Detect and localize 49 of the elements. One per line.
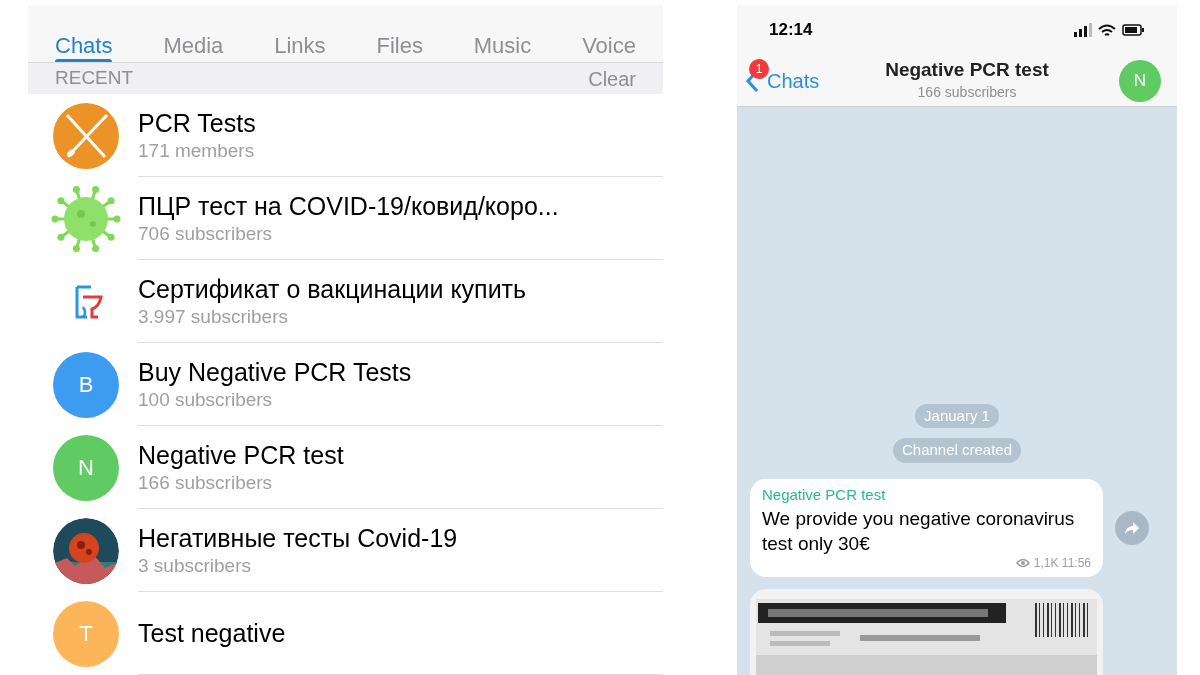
tab[interactable]: Files xyxy=(376,5,423,62)
chat-row[interactable]: ПЦР тест на COVID-19/ковид/коро... 706 subscribers xyxy=(28,177,663,260)
share-icon xyxy=(1124,520,1140,535)
chat-title: Test negative xyxy=(138,618,287,649)
tab[interactable]: Voice xyxy=(582,5,636,62)
member-count: 166 subscribers xyxy=(138,471,274,495)
chat-title: ПЦР тест на COVID-19/ковид/коро... xyxy=(138,191,560,222)
tab[interactable]: Links xyxy=(274,5,326,62)
clear-button[interactable]: Clear xyxy=(588,63,636,94)
member-count: 3 subscribers xyxy=(138,554,252,578)
swab-icon xyxy=(53,102,119,169)
battery-icon xyxy=(1122,24,1145,36)
member-count: 706 subscribers xyxy=(138,222,274,246)
forward-button[interactable] xyxy=(1115,510,1149,545)
signal-icon xyxy=(1074,23,1092,37)
service-message: January 1 xyxy=(915,403,999,428)
chat-row[interactable]: N Negative PCR test 166 subscribers xyxy=(28,426,663,509)
chat-row[interactable]: PCR Tests 171 members xyxy=(28,94,663,177)
tab[interactable]: Music xyxy=(473,5,532,62)
tab[interactable]: Media xyxy=(163,5,224,62)
chat-title: Негативные тесты Covid-19 xyxy=(138,523,459,554)
eye-icon xyxy=(1015,558,1030,568)
wifi-icon xyxy=(1098,23,1116,37)
member-count: 100 subscribers xyxy=(138,388,274,412)
chat-title: Сертификат о вакцинации купить xyxy=(138,274,528,305)
chat-row[interactable]: B Buy Negative PCR Tests 100 subscribers xyxy=(28,343,663,426)
message-text: We provide you negative coronavirus test only 30€ xyxy=(762,507,1076,556)
chat-title: Negative PCR test xyxy=(885,58,1049,82)
message-author: Negative PCR test xyxy=(762,484,887,505)
member-count: 171 members xyxy=(138,139,256,163)
avatar: T xyxy=(53,600,119,667)
channel-avatar[interactable]: N xyxy=(1119,59,1161,102)
chat-row[interactable]: Сертификат о вакцинации купить 3.997 subscribers xyxy=(28,260,663,343)
avatar: N xyxy=(53,434,119,501)
virus-icon xyxy=(51,183,121,254)
chat-title: PCR Tests xyxy=(138,108,257,139)
chat-row[interactable]: Негативные тесты Covid-19 3 subscribers xyxy=(28,509,663,592)
unread-badge: 1 xyxy=(749,59,769,79)
message-meta: 1,1K 11:56 xyxy=(1033,555,1091,572)
chat-title: Buy Negative PCR Tests xyxy=(138,357,413,388)
section-header: RECENT xyxy=(55,66,134,91)
member-count: 3.997 subscribers xyxy=(138,305,289,329)
chat-row[interactable]: T Test negative xyxy=(28,592,663,675)
subscriber-count: 166 subscribers xyxy=(917,83,1017,102)
chat-title: Negative PCR test xyxy=(138,440,345,471)
avatar: B xyxy=(53,351,119,418)
service-message: Channel created xyxy=(892,438,1022,463)
status-time: 12:14 xyxy=(769,19,813,42)
tab[interactable]: Chats xyxy=(55,5,113,62)
